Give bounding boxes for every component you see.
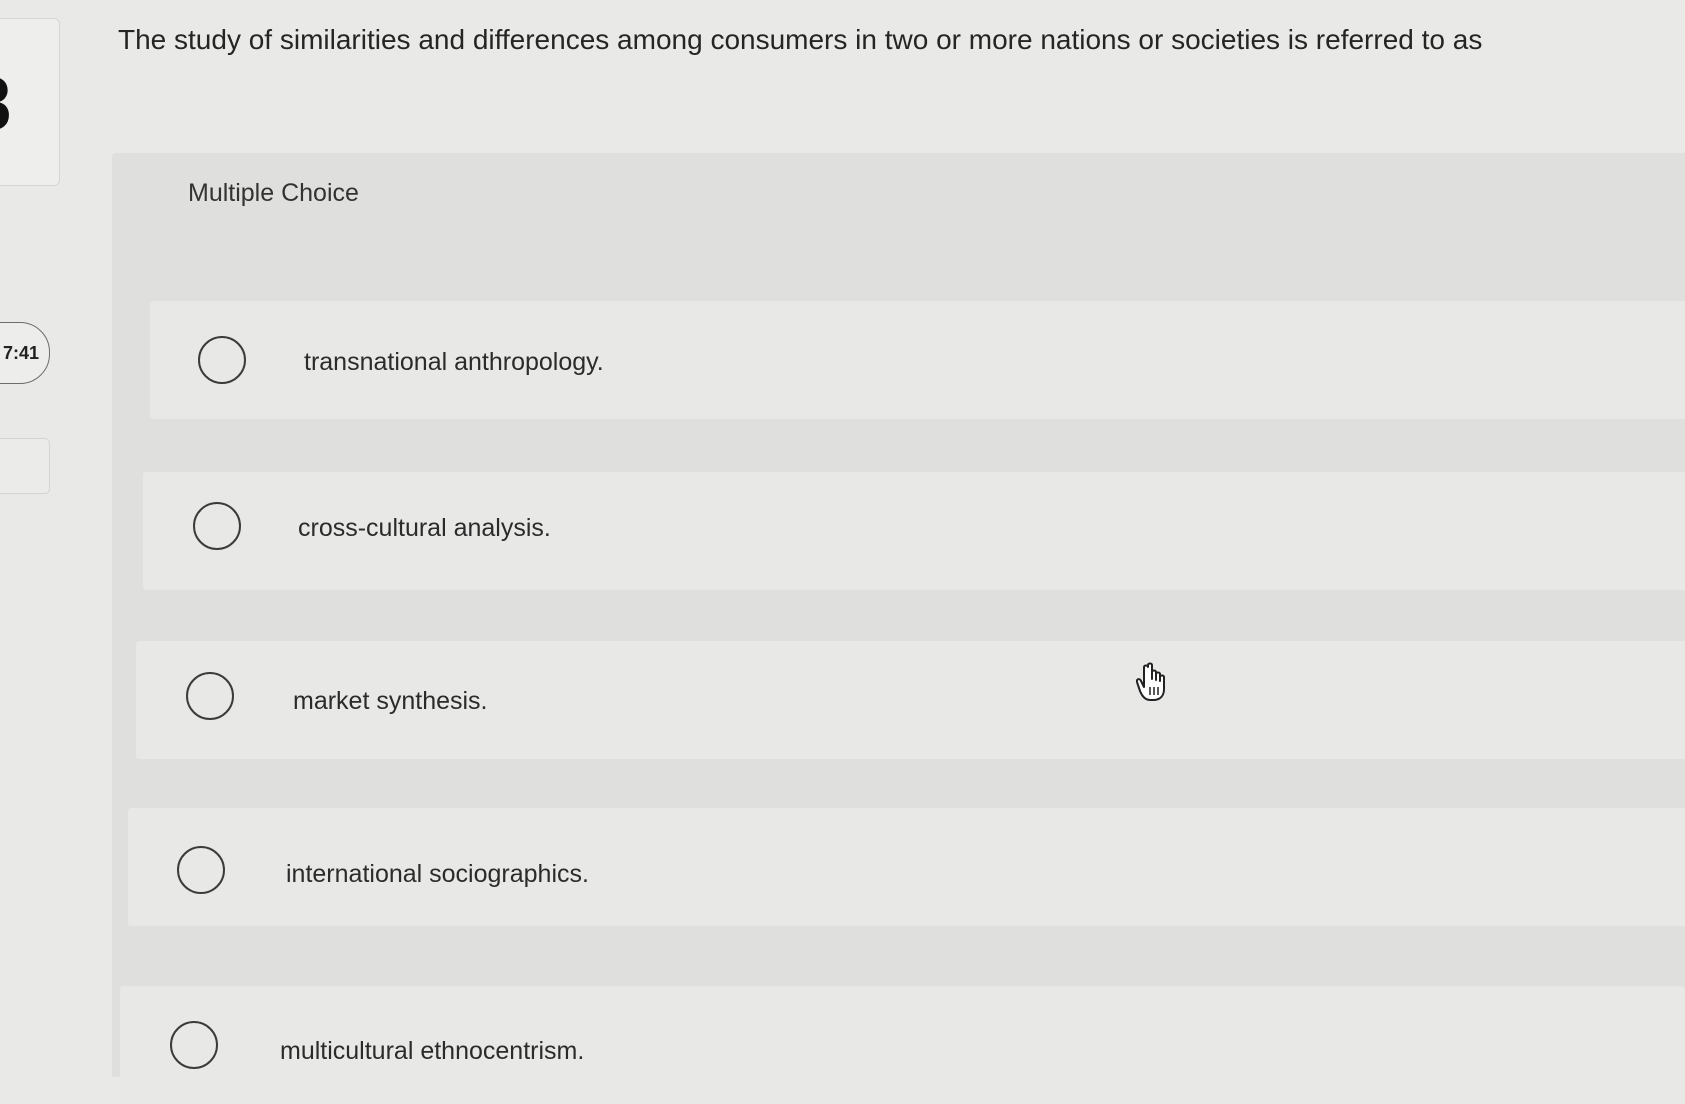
- question-number: 8: [0, 67, 11, 143]
- timer-text: 7:41: [3, 343, 40, 363]
- radio-unselected-icon[interactable]: [186, 672, 234, 720]
- timer-badge: 7:41: [0, 322, 50, 384]
- option-label: transnational anthropology.: [304, 348, 604, 376]
- question-text: The study of similarities and difference…: [118, 24, 1483, 55]
- option-label: multicultural ethnocentrism.: [280, 1037, 585, 1065]
- radio-unselected-icon[interactable]: [177, 846, 225, 894]
- radio-unselected-icon[interactable]: [198, 336, 246, 384]
- choice-option[interactable]: market synthesis.: [136, 641, 1685, 759]
- option-label: international sociographics.: [286, 860, 589, 888]
- radio-unselected-icon[interactable]: [193, 502, 241, 550]
- choice-option[interactable]: international sociographics.: [128, 808, 1685, 926]
- choice-panel: [112, 153, 1685, 1077]
- choice-heading: Multiple Choice: [188, 179, 359, 207]
- option-label: cross-cultural analysis.: [298, 514, 551, 542]
- question-nav-card[interactable]: 8: [0, 18, 60, 186]
- option-label: market synthesis.: [293, 687, 488, 715]
- choice-option[interactable]: transnational anthropology.: [150, 301, 1685, 419]
- choice-option[interactable]: cross-cultural analysis.: [143, 472, 1685, 590]
- radio-unselected-icon[interactable]: [170, 1021, 218, 1069]
- choice-option[interactable]: multicultural ethnocentrism.: [120, 986, 1685, 1104]
- sidebar-empty-box: [0, 438, 50, 494]
- hand-pointer-icon: [1136, 662, 1165, 701]
